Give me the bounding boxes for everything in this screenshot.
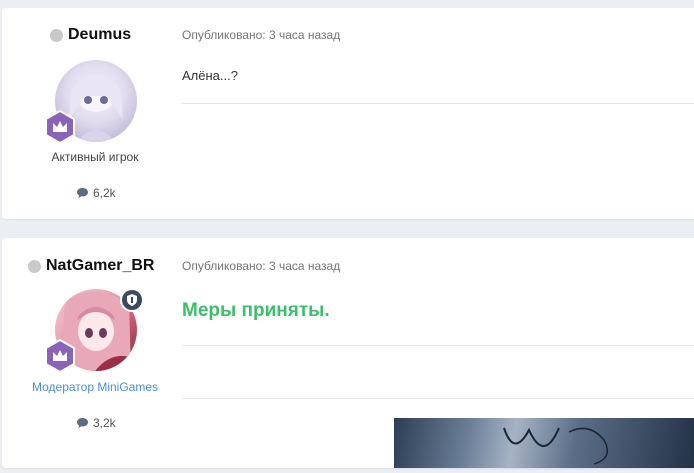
rank-badge-icon: [45, 110, 75, 144]
signature-divider: [182, 398, 694, 399]
author-name-label[interactable]: Deumus: [68, 26, 131, 44]
post-timestamp-text[interactable]: Опубликовано: 3 часа назад: [182, 28, 340, 42]
user-group-title: Активный игрок: [32, 150, 158, 164]
offline-status-icon: [50, 28, 63, 42]
reputation-count[interactable]: 6,2k: [76, 186, 116, 200]
post-timestamp-text[interactable]: Опубликовано: 3 часа назад: [182, 259, 340, 273]
post-card: Deumus Активный игрок 6,2k Опубликовано:…: [2, 8, 694, 219]
user-group-title: Модератор MiniGames: [22, 380, 168, 394]
rank-badge-icon: [45, 339, 75, 373]
signature-image: [394, 418, 694, 468]
reputation-count[interactable]: 3,2k: [76, 416, 116, 430]
reputation-value: 3,2k: [93, 416, 116, 430]
post-content: Алёна...?: [182, 68, 238, 83]
post-content-text: Меры приняты.: [182, 300, 330, 321]
author-name[interactable]: Deumus: [50, 26, 131, 44]
post-divider: [182, 345, 694, 346]
signature-artwork-icon: [503, 427, 609, 465]
moderator-shield-icon: [120, 288, 144, 312]
post-content: Меры приняты.: [182, 300, 330, 322]
post-timestamp[interactable]: Опубликовано: 3 часа назад: [182, 28, 340, 42]
group-title-text: Модератор MiniGames: [31, 380, 159, 394]
author-name-label[interactable]: NatGamer_BR: [46, 257, 154, 275]
post-content-text: Алёна...?: [182, 68, 238, 83]
post-divider: [182, 103, 694, 104]
author-name[interactable]: NatGamer_BR: [28, 257, 154, 275]
reputation-value: 6,2k: [93, 186, 116, 200]
post-card: NatGamer_BR Модератор MiniGames 3,2k Опу…: [2, 238, 694, 468]
post-timestamp[interactable]: Опубликовано: 3 часа назад: [182, 259, 340, 273]
group-title-text: Активный игрок: [51, 150, 139, 164]
comment-icon: [77, 418, 88, 428]
comment-icon: [77, 188, 88, 198]
offline-status-icon: [28, 259, 41, 273]
